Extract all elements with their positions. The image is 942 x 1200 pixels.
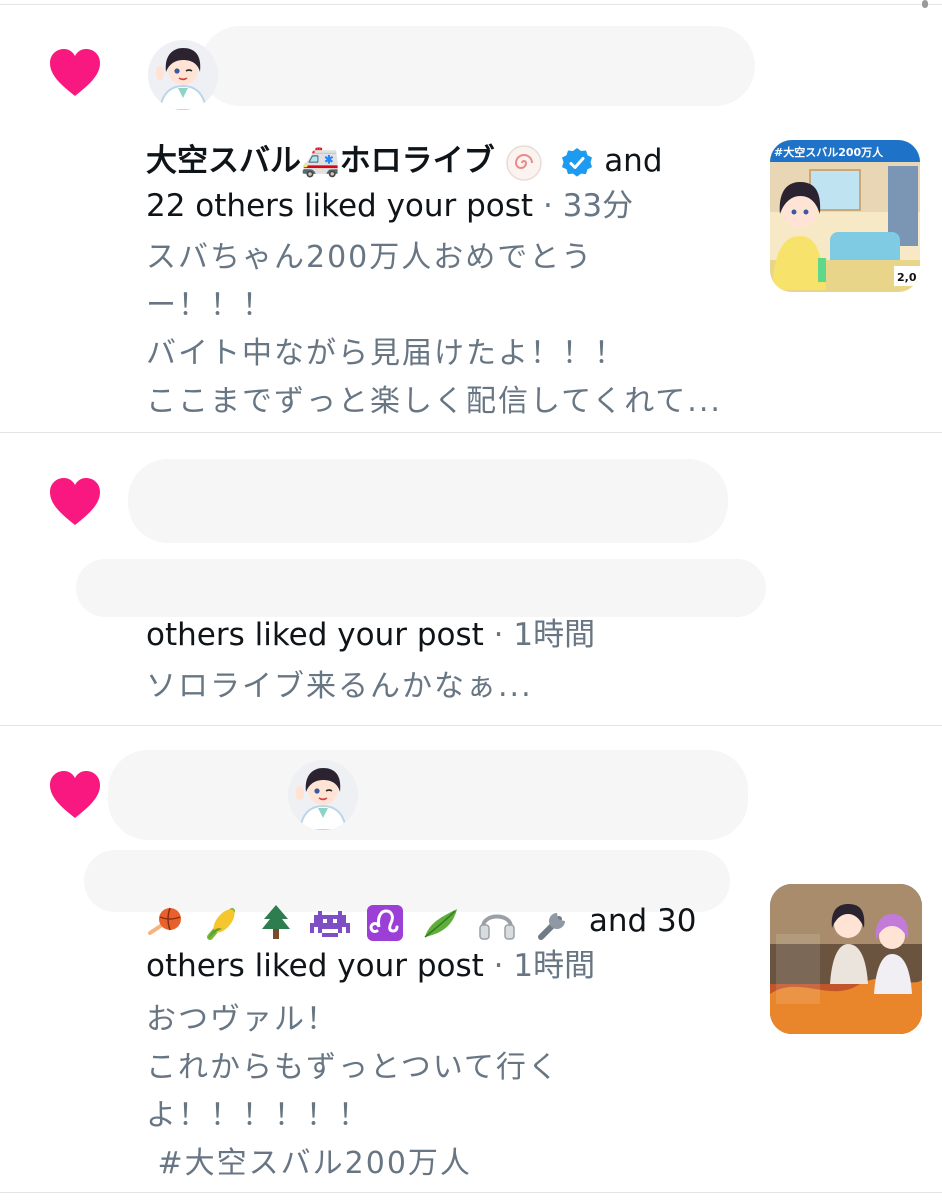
separator: · [493,948,504,984]
hashtag-link[interactable]: #大空スバル200万人 [146,1140,697,1188]
avatar[interactable] [288,760,358,830]
liked-line: 22 others liked your post · 33分 [146,184,722,228]
post-text-line: ソロライブ来るんかなぁ... [146,669,533,704]
and-text: and 30 [588,903,697,939]
wrench-icon [538,912,566,940]
liked-line: others liked your post · 1時間 [146,613,595,657]
liked-text: 22 others liked your post [146,188,534,224]
naruto-icon [506,144,543,181]
timestamp: 1時間 [513,948,596,984]
post-text-line: これからもずっとついて行く [146,1050,560,1085]
and-text: and [604,143,663,179]
corn-icon [206,907,235,940]
liked-summary: 大空スバル🚑ホロライブ and [146,138,722,184]
alien-monster-icon [309,910,350,937]
post-text-line: スバちゃん200万人おめでとう [146,240,594,275]
thumbnail-image: #大空スバル200万人 2,0 [770,140,920,292]
verified-badge-icon [562,147,593,177]
headphones-icon [479,914,515,940]
post-text-line: おつヴァル！ [146,1002,338,1037]
redacted-area [108,750,748,840]
post-text-line: ここまでずっと楽しく配信してくれて... [146,384,722,419]
notification-item[interactable]: others liked your post · 1時間 ソロライブ来るんかなぁ… [0,433,942,726]
post-text-line: ー！！！ [146,288,274,323]
avatar[interactable] [148,40,218,110]
tree-icon [261,904,290,939]
liked-text: others liked your post [146,948,484,984]
avatar-image [288,760,358,830]
separator: · [542,188,553,224]
post-text-line: バイト中ながら見届けたよ！！！ [146,336,626,371]
post-text-line: よ！！！！！！ [146,1098,370,1133]
thumbnail-corner-text: 2,0 [897,271,917,284]
liked-line: others liked your post · 1時間 [146,944,697,988]
leaves-icon [424,908,458,938]
basketball-icon [148,907,181,935]
timestamp: 33分 [562,188,634,224]
heart-icon [50,478,100,525]
thumbnail-image [770,884,922,1034]
separator: · [493,617,504,653]
post-thumbnail[interactable] [770,884,922,1034]
redacted-area [76,559,766,617]
liked-summary: and 30 [146,898,697,944]
heart-icon [50,771,100,818]
redacted-area [128,459,728,543]
avatar-image [148,40,218,110]
heart-icon [50,49,100,96]
notification-item[interactable]: and 30 others liked your post · 1時間 おつヴァ… [0,726,942,1193]
author-name[interactable]: 大空スバル🚑ホロライブ [146,143,495,179]
thumbnail-caption: #大空スバル200万人 [774,145,884,159]
timestamp: 1時間 [513,617,596,653]
post-thumbnail[interactable]: #大空スバル200万人 2,0 [770,140,920,292]
leo-icon [367,904,404,941]
redacted-area [200,26,755,106]
liked-text: others liked your post [146,617,484,653]
notification-item[interactable]: 大空スバル🚑ホロライブ and 22 others liked your pos… [0,0,942,433]
